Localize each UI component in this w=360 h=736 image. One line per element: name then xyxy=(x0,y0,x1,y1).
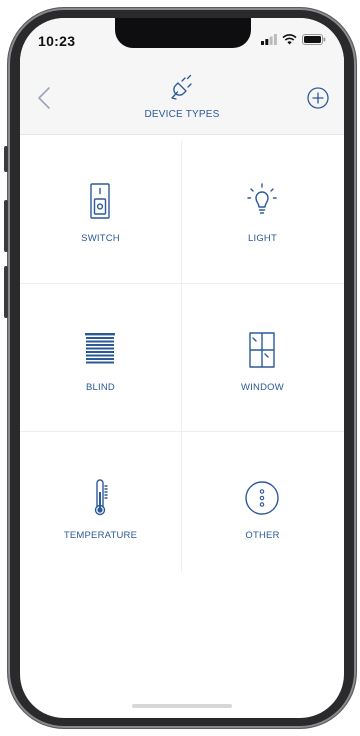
action-button xyxy=(4,146,8,172)
volume-up-button xyxy=(4,200,8,252)
device-type-temperature[interactable]: TEMPERATURE xyxy=(20,432,181,580)
lightbulb-icon xyxy=(247,183,277,214)
device-mockup: 10:23 DEVICE TYPES SWITCH LIGHT BLIND WI… xyxy=(0,0,360,736)
battery-icon xyxy=(302,34,326,45)
device-type-label: LIGHT xyxy=(248,233,277,244)
blind-icon xyxy=(85,333,115,364)
page-title: DEVICE TYPES xyxy=(144,109,220,120)
device-type-light[interactable]: LIGHT xyxy=(182,135,343,283)
plug-icon xyxy=(171,74,192,100)
app-screen: 10:23 DEVICE TYPES SWITCH LIGHT BLIND WI… xyxy=(20,18,344,718)
home-indicator[interactable] xyxy=(132,704,232,708)
more-icon xyxy=(245,481,279,515)
back-button[interactable] xyxy=(32,84,56,112)
device-type-label: SWITCH xyxy=(81,233,120,244)
device-type-label: BLIND xyxy=(86,382,115,393)
wifi-icon xyxy=(282,34,297,45)
notch xyxy=(115,18,251,48)
app-header: DEVICE TYPES xyxy=(20,62,344,135)
chevron-left-icon xyxy=(38,87,50,109)
device-type-label: TEMPERATURE xyxy=(63,530,138,541)
thermometer-icon xyxy=(94,479,108,516)
switch-icon xyxy=(90,183,110,219)
device-type-grid: SWITCH LIGHT BLIND WINDOW TEMPERATURE OT… xyxy=(20,135,344,579)
device-type-switch[interactable]: SWITCH xyxy=(20,135,181,283)
signal-icon xyxy=(261,34,277,45)
device-type-blind[interactable]: BLIND xyxy=(20,284,181,432)
add-button[interactable] xyxy=(306,86,330,110)
device-type-other[interactable]: OTHER xyxy=(182,432,343,580)
device-type-window[interactable]: WINDOW xyxy=(182,284,343,432)
device-type-label: OTHER xyxy=(245,530,280,541)
window-icon xyxy=(249,332,275,368)
status-icons xyxy=(261,34,326,45)
device-type-label: WINDOW xyxy=(241,382,284,393)
status-time: 10:23 xyxy=(38,33,76,49)
volume-down-button xyxy=(4,266,8,318)
